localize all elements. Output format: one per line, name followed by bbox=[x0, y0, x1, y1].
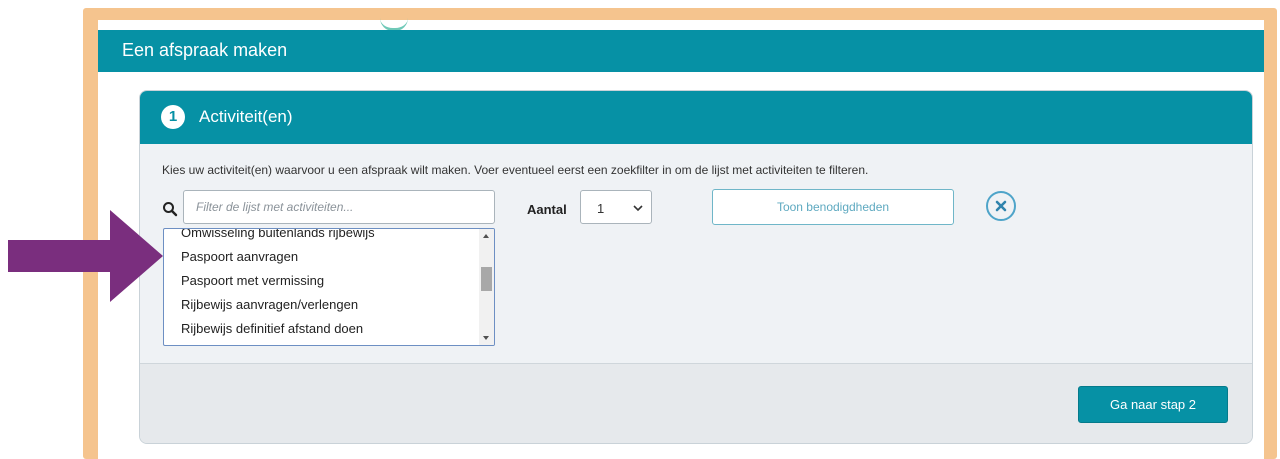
list-item[interactable]: Omwisseling buitenlands rijbewijs bbox=[164, 229, 480, 245]
list-item[interactable]: Paspoort met vermissing bbox=[164, 269, 480, 293]
aantal-select[interactable]: 1 bbox=[580, 190, 652, 224]
step-instructions: Kies uw activiteit(en) waarvoor u een af… bbox=[162, 163, 869, 177]
scroll-down-icon[interactable] bbox=[483, 336, 489, 340]
aantal-selected-value: 1 bbox=[597, 201, 605, 216]
listbox-scrollbar[interactable] bbox=[479, 229, 494, 345]
activity-filter-input[interactable] bbox=[183, 190, 495, 224]
activity-listbox[interactable]: Omwisseling buitenlands rijbewijs Paspoo… bbox=[163, 228, 495, 346]
clear-icon bbox=[995, 200, 1007, 212]
clear-filter-button[interactable] bbox=[986, 191, 1016, 221]
page-title: Een afspraak maken bbox=[122, 40, 288, 60]
list-item[interactable]: Rijbewijs aanvragen/verlengen bbox=[164, 293, 480, 317]
step-panel: 1 Activiteit(en) Kies uw activiteit(en) … bbox=[139, 90, 1253, 444]
list-item[interactable]: Rijbewijs definitief afstand doen bbox=[164, 317, 480, 341]
panel-footer: Ga naar stap 2 bbox=[140, 364, 1252, 443]
next-step-button[interactable]: Ga naar stap 2 bbox=[1078, 386, 1228, 423]
scroll-thumb[interactable] bbox=[481, 267, 492, 291]
activity-list: Omwisseling buitenlands rijbewijs Paspoo… bbox=[164, 229, 480, 341]
page-header: Een afspraak maken bbox=[98, 30, 1264, 72]
annotation-arrow bbox=[8, 210, 163, 302]
list-item[interactable]: Paspoort aanvragen bbox=[164, 245, 480, 269]
chevron-down-icon bbox=[633, 205, 643, 212]
step-header[interactable]: 1 Activiteit(en) bbox=[140, 91, 1252, 144]
search-icon bbox=[163, 202, 178, 217]
step-number: 1 bbox=[161, 105, 185, 129]
scroll-up-icon[interactable] bbox=[483, 234, 489, 238]
toon-benodigdheden-button[interactable]: Toon benodigdheden bbox=[712, 189, 954, 225]
step-title: Activiteit(en) bbox=[199, 107, 293, 126]
aantal-label: Aantal bbox=[527, 202, 567, 217]
